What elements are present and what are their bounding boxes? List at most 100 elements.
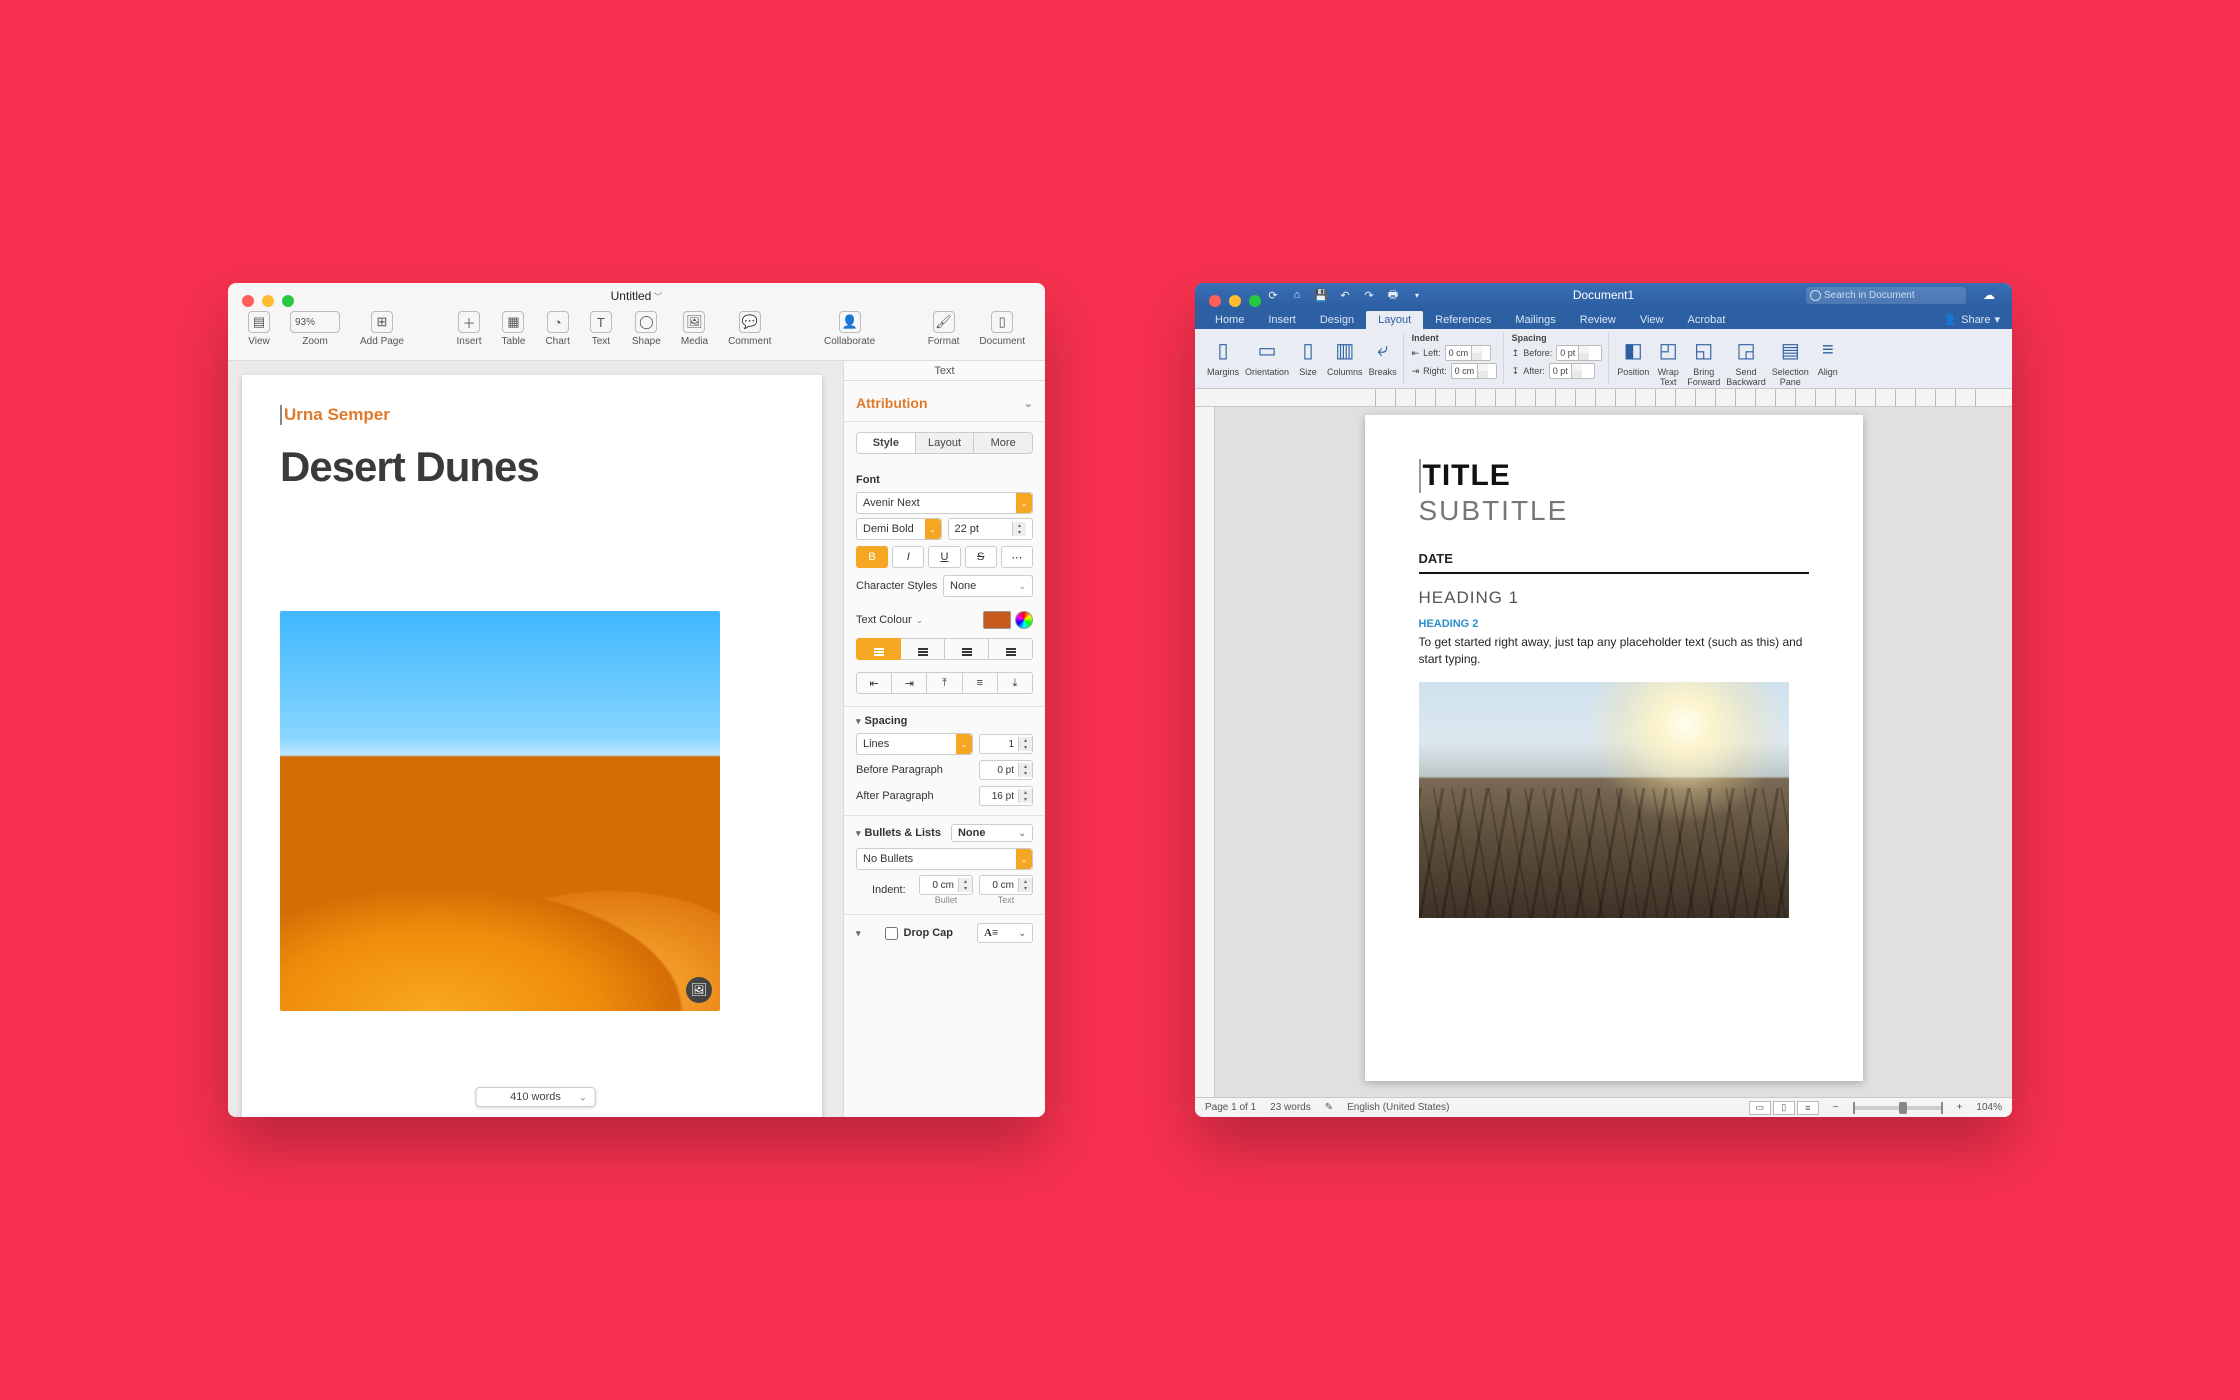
print-icon[interactable]: 🖶 xyxy=(1385,287,1401,303)
spellcheck-icon[interactable]: ✎ xyxy=(1325,1102,1333,1113)
seg-more[interactable]: More xyxy=(973,433,1032,453)
wrap-text-button[interactable]: ◰Wrap Text xyxy=(1655,333,1681,387)
zoom-in-button[interactable]: + xyxy=(1957,1102,1963,1113)
zoom-out-button[interactable]: − xyxy=(1833,1102,1839,1113)
before-stepper[interactable]: 0 pt▴▾ xyxy=(979,760,1033,780)
tab-design[interactable]: Design xyxy=(1308,311,1366,329)
valign-mid-button[interactable]: ≡ xyxy=(962,672,998,694)
spacing-value-stepper[interactable]: 1▴▾ xyxy=(979,734,1033,754)
align-center-button[interactable] xyxy=(900,638,945,660)
spacing-mode-select[interactable]: Lines⌄ xyxy=(856,733,973,755)
web-view-button[interactable]: ≡ xyxy=(1797,1101,1819,1115)
tab-layout[interactable]: Layout xyxy=(1366,311,1423,329)
date-placeholder[interactable]: DATE xyxy=(1419,551,1809,566)
save-icon[interactable]: 💾 xyxy=(1313,287,1329,303)
format-button[interactable]: 🖌Format xyxy=(918,311,970,347)
indent-bullet-stepper[interactable]: 0 cm▴▾ xyxy=(919,875,973,895)
tab-mailings[interactable]: Mailings xyxy=(1503,311,1567,329)
tab-references[interactable]: References xyxy=(1423,311,1503,329)
breaks-button[interactable]: ⤶Breaks xyxy=(1369,333,1397,377)
document-button[interactable]: ▯Document xyxy=(969,311,1035,347)
indent-right-input[interactable]: 0 cm xyxy=(1451,363,1497,379)
fullscreen-icon[interactable] xyxy=(1249,295,1261,307)
position-button[interactable]: ◧Position xyxy=(1617,333,1649,377)
language-indicator[interactable]: English (United States) xyxy=(1347,1102,1449,1113)
advanced-button[interactable]: ⋯ xyxy=(1001,546,1033,568)
title-chevron-icon[interactable]: ﹀ xyxy=(653,292,662,302)
focus-view-button[interactable]: ▭ xyxy=(1749,1101,1771,1115)
media-button[interactable]: 🖼Media xyxy=(671,311,718,347)
word-count[interactable]: 23 words xyxy=(1270,1102,1311,1113)
valign-top-button[interactable]: ⤒ xyxy=(926,672,962,694)
title-placeholder[interactable]: TITLE xyxy=(1419,459,1809,493)
colour-wheel-icon[interactable] xyxy=(1015,611,1033,629)
share-button[interactable]: 👤 Share ▾ xyxy=(1931,310,2012,329)
indent-text-stepper[interactable]: 0 cm▴▾ xyxy=(979,875,1033,895)
dropdown-icon[interactable]: ⌄ xyxy=(916,615,924,626)
text-colour-swatch[interactable] xyxy=(983,611,1011,629)
bullets-disclosure[interactable]: Bullets & Lists None⌄ xyxy=(844,815,1045,846)
h-ruler[interactable] xyxy=(1195,389,2012,407)
outdent-button[interactable]: ⇤ xyxy=(856,672,892,694)
tab-home[interactable]: Home xyxy=(1203,311,1256,329)
heading1-placeholder[interactable]: HEADING 1 xyxy=(1419,588,1809,608)
word-count[interactable]: 410 words xyxy=(475,1087,596,1107)
align-button[interactable]: ≡Align xyxy=(1815,333,1841,377)
dropcap-style-select[interactable]: A≡⌄ xyxy=(977,923,1033,943)
zoom-value[interactable]: 104% xyxy=(1976,1102,2002,1113)
send-backward-button[interactable]: ◲Send Backward xyxy=(1726,333,1766,387)
print-view-button[interactable]: ▯ xyxy=(1773,1101,1795,1115)
dropcap-disclosure[interactable]: Drop Cap A≡⌄ xyxy=(844,914,1045,947)
v-ruler[interactable] xyxy=(1195,407,1215,1097)
minimize-icon[interactable] xyxy=(262,295,274,307)
window-title[interactable]: Untitled xyxy=(611,289,652,303)
orientation-button[interactable]: ▭Orientation xyxy=(1245,333,1289,377)
seg-style[interactable]: Style xyxy=(857,433,915,453)
dropcap-checkbox[interactable] xyxy=(885,927,898,940)
table-button[interactable]: ▦Table xyxy=(492,311,536,347)
bullets-style-select[interactable]: No Bullets⌄ xyxy=(856,848,1033,870)
columns-button[interactable]: ▥Columns xyxy=(1327,333,1363,377)
fullscreen-icon[interactable] xyxy=(282,295,294,307)
tab-review[interactable]: Review xyxy=(1568,311,1628,329)
autosave-icon[interactable]: ⟳ xyxy=(1265,287,1281,303)
body-placeholder[interactable]: To get started right away, just tap any … xyxy=(1419,634,1809,668)
qat-chevron-icon[interactable]: ▾ xyxy=(1409,287,1425,303)
heading2-placeholder[interactable]: HEADING 2 xyxy=(1419,618,1809,630)
shape-button[interactable]: ◯Shape xyxy=(622,311,671,347)
zoom-button[interactable]: 93% Zoom xyxy=(280,311,350,347)
zoom-thumb[interactable] xyxy=(1899,1102,1907,1114)
chart-button[interactable]: ◔Chart xyxy=(535,311,579,347)
collaborate-button[interactable]: 👤Collaborate xyxy=(814,311,885,347)
size-button[interactable]: ▯Size xyxy=(1295,333,1321,377)
spacing-after-input[interactable]: 0 pt xyxy=(1549,363,1595,379)
spacing-disclosure[interactable]: Spacing xyxy=(844,706,1045,731)
underline-button[interactable]: U xyxy=(928,546,960,568)
subtitle-placeholder[interactable]: SUBTITLE xyxy=(1419,495,1809,527)
align-left-button[interactable] xyxy=(856,638,901,660)
attribution-text[interactable]: Urna Semper xyxy=(280,405,784,425)
bullets-preset-select[interactable]: None⌄ xyxy=(951,824,1033,842)
spacing-before-input[interactable]: 0 pt xyxy=(1556,345,1602,361)
align-right-button[interactable] xyxy=(944,638,989,660)
seg-layout[interactable]: Layout xyxy=(915,433,974,453)
home-icon[interactable]: ⌂ xyxy=(1289,287,1305,303)
add-page-button[interactable]: ⊞Add Page xyxy=(350,311,414,347)
font-weight-select[interactable]: Demi Bold⌄ xyxy=(856,518,942,540)
bold-button[interactable]: B xyxy=(856,546,888,568)
char-styles-select[interactable]: None⌄ xyxy=(943,575,1033,597)
undo-icon[interactable]: ↶ xyxy=(1337,287,1353,303)
valign-bot-button[interactable]: ⤓ xyxy=(997,672,1033,694)
canyon-image[interactable] xyxy=(1419,682,1789,918)
desert-image[interactable]: 🖼 xyxy=(280,611,720,1011)
strike-button[interactable]: S xyxy=(965,546,997,568)
image-badge-icon[interactable]: 🖼 xyxy=(686,977,712,1003)
zoom-slider[interactable] xyxy=(1853,1106,1943,1110)
canvas[interactable]: Urna Semper Desert Dunes 🖼 410 words xyxy=(228,361,843,1117)
redo-icon[interactable]: ↷ xyxy=(1361,287,1377,303)
document-title[interactable]: Desert Dunes xyxy=(280,443,784,491)
bring-forward-button[interactable]: ◱Bring Forward xyxy=(1687,333,1720,387)
view-button[interactable]: ▤View xyxy=(238,311,280,347)
close-icon[interactable] xyxy=(242,295,254,307)
margins-button[interactable]: ▯Margins xyxy=(1207,333,1239,377)
